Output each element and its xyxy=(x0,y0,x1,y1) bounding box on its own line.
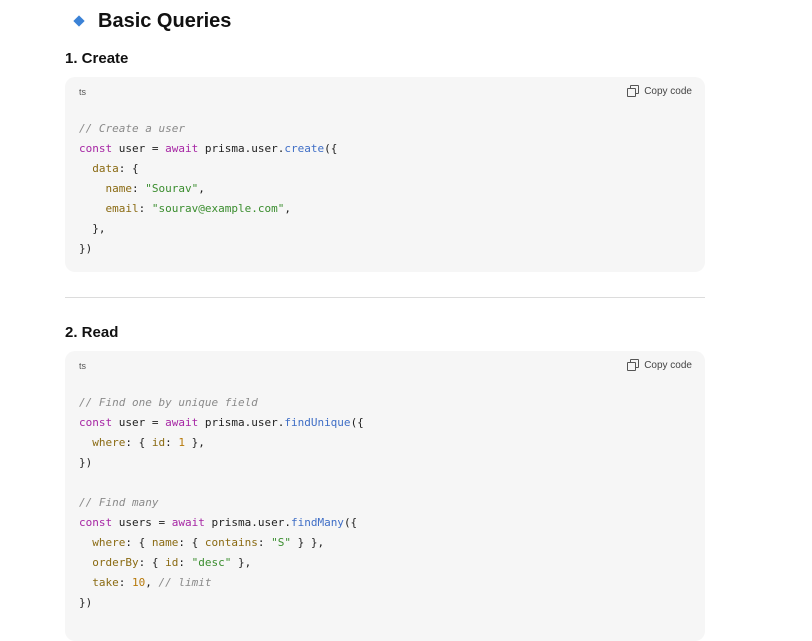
code-text: }) xyxy=(79,242,93,255)
code-text: } }, xyxy=(290,536,325,549)
code-property: where xyxy=(92,436,126,449)
code-block-read: ts Copy code // Find one by unique field… xyxy=(65,351,705,641)
code-keyword: await xyxy=(165,142,199,155)
code-string: "Sourav" xyxy=(145,182,199,195)
code-property: contains xyxy=(204,536,258,549)
code-text: : { xyxy=(125,436,152,449)
code-text: , xyxy=(198,182,205,195)
code-text: : xyxy=(138,202,152,215)
code-text: }, xyxy=(92,222,106,235)
code-function: create xyxy=(284,142,325,155)
code-property: email xyxy=(105,202,139,215)
code-block-header: ts Copy code xyxy=(65,77,705,107)
read-heading: 2. Read xyxy=(65,324,119,341)
code-text: }, xyxy=(185,436,205,449)
copy-code-button[interactable]: Copy code xyxy=(627,85,692,97)
code-text: : xyxy=(165,436,179,449)
section-heading: Basic Queries xyxy=(73,8,232,34)
code-keyword: const xyxy=(79,142,113,155)
code-language: ts xyxy=(79,361,87,371)
code-language: ts xyxy=(79,87,87,97)
code-text: : { xyxy=(125,536,152,549)
copy-icon xyxy=(627,359,640,371)
code-property: name xyxy=(151,536,179,549)
code-text: : xyxy=(118,576,132,589)
code-text: prisma.user. xyxy=(198,142,285,155)
code-text: user = xyxy=(112,142,166,155)
code-string: "desc" xyxy=(191,556,232,569)
code-comment: // Find one by unique field xyxy=(79,396,258,409)
code-string: "sourav@example.com" xyxy=(151,202,285,215)
code-comment: // Find many xyxy=(79,496,159,509)
code-text: : { xyxy=(138,556,166,569)
code-keyword: const xyxy=(79,416,113,429)
code-keyword: await xyxy=(171,516,205,529)
code-property: data xyxy=(92,162,119,175)
diamond-bullet-icon xyxy=(73,15,85,27)
code-property: name xyxy=(105,182,133,195)
code-text: : { xyxy=(118,162,139,175)
copy-code-label: Copy code xyxy=(644,359,692,371)
code-text: , xyxy=(145,576,159,589)
code-text: : xyxy=(257,536,272,549)
code-text: : xyxy=(132,182,146,195)
code-text: ({ xyxy=(324,142,338,155)
code-text: : { xyxy=(178,536,205,549)
code-text: : xyxy=(178,556,192,569)
copy-code-label: Copy code xyxy=(644,85,692,97)
divider xyxy=(65,297,705,298)
code-number: 10 xyxy=(132,576,146,589)
code-comment: // Create a user xyxy=(79,122,185,135)
code-property: id xyxy=(165,556,179,569)
code-text: ({ xyxy=(343,516,358,529)
code-property: take xyxy=(92,576,119,589)
code-keyword: await xyxy=(165,416,199,429)
code-function: findUnique xyxy=(284,416,351,429)
code-text: , xyxy=(284,202,291,215)
code-property: orderBy xyxy=(92,556,139,569)
code-block-header: ts Copy code xyxy=(65,351,705,381)
create-heading: 1. Create xyxy=(65,50,129,67)
code-block-create: ts Copy code // Create a user const user… xyxy=(65,77,705,272)
copy-code-button[interactable]: Copy code xyxy=(627,359,692,371)
code-text: users = xyxy=(112,516,172,529)
code-text: ({ xyxy=(350,416,364,429)
code-number: 1 xyxy=(178,436,185,449)
code-text: prisma.user. xyxy=(204,516,291,529)
code-comment: // limit xyxy=(158,576,212,589)
code-function: findMany xyxy=(290,516,344,529)
code-text: prisma.user. xyxy=(198,416,285,429)
code-property: id xyxy=(151,436,166,449)
code-text: }) xyxy=(79,596,93,609)
section-title: Basic Queries xyxy=(98,10,232,32)
code-content[interactable]: // Find one by unique field const user =… xyxy=(65,381,705,627)
code-text: }, xyxy=(231,556,252,569)
code-keyword: const xyxy=(79,516,113,529)
code-text: user = xyxy=(112,416,166,429)
code-text: }) xyxy=(79,456,93,469)
copy-icon xyxy=(627,85,640,97)
code-content[interactable]: // Create a user const user = await pris… xyxy=(65,107,705,273)
code-property: where xyxy=(92,536,126,549)
code-string: "S" xyxy=(271,536,291,549)
